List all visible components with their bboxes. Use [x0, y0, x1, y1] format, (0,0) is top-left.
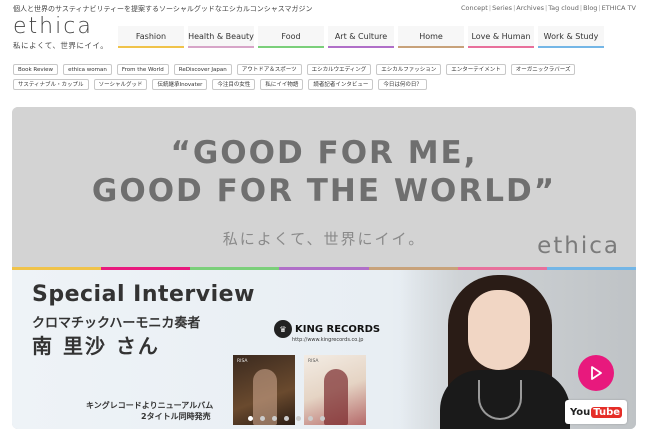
- toplink-series[interactable]: Series: [492, 4, 512, 12]
- tag-organic-lovers[interactable]: オーガニックラバーズ: [510, 64, 576, 75]
- play-icon: [591, 366, 602, 380]
- category-food[interactable]: Food: [258, 26, 324, 48]
- category-nav: Fashion Health & Beauty Food Art & Cultu…: [118, 26, 604, 48]
- site-logo[interactable]: ethica 私によくて、世界にイイ。: [13, 14, 108, 51]
- slider-dot[interactable]: [320, 416, 325, 421]
- tag-sustainable-couple[interactable]: サスティナブル・カップル: [13, 79, 89, 90]
- hero-banner-top: “GOOD FOR ME, GOOD FOR THE WORLD” 私によくて、…: [12, 107, 636, 267]
- tag-notable-women[interactable]: 今注目の女性: [212, 79, 256, 90]
- photo-face: [468, 290, 530, 370]
- album-title: RISA: [237, 359, 248, 364]
- tag-ethical-fashion[interactable]: エシカルファッション: [376, 64, 442, 75]
- slider-dot[interactable]: [296, 416, 301, 421]
- interview-banner[interactable]: Special Interview クロマチックハーモニカ奏者 南 里沙 さん …: [12, 270, 636, 429]
- hero-slider[interactable]: “GOOD FOR ME, GOOD FOR THE WORLD” 私によくて、…: [12, 107, 636, 429]
- toplink-separator: |: [579, 4, 583, 12]
- toplink-ethica-tv[interactable]: ETHICA TV: [602, 4, 636, 12]
- album-cover-2: RISA: [304, 355, 366, 425]
- tag-entertainment[interactable]: エンターテイメント: [446, 64, 506, 75]
- interview-name: 南 里沙 さん: [32, 334, 160, 358]
- toplink-tag-cloud[interactable]: Tag cloud: [548, 4, 579, 12]
- king-records-name: KING RECORDS: [295, 323, 381, 335]
- category-health-beauty[interactable]: Health & Beauty: [188, 26, 254, 48]
- top-links: Concept | Series | Archives | Tag cloud | Bl…: [461, 4, 636, 12]
- album-note-line2: 2タイトル同時発売: [141, 412, 211, 421]
- slider-dot[interactable]: [260, 416, 265, 421]
- youtube-tube-text: Tube: [591, 406, 623, 418]
- tag-outdoor-sports[interactable]: アウトドア＆スポーツ: [236, 64, 302, 75]
- category-work-study[interactable]: Work & Study: [538, 26, 604, 48]
- tag-list: Book Review ethica woman From the World …: [13, 64, 633, 90]
- hero-quote-line1: “GOOD FOR ME,: [170, 135, 478, 171]
- album-title: RISA: [308, 359, 319, 364]
- tag-ethical-wedding[interactable]: エシカルウエディング: [306, 64, 372, 75]
- category-art-culture[interactable]: Art & Culture: [328, 26, 394, 48]
- youtube-link[interactable]: You Tube: [565, 400, 627, 424]
- toplink-blog[interactable]: Blog: [583, 4, 597, 12]
- slider-dot[interactable]: [284, 416, 289, 421]
- youtube-you-text: You: [569, 406, 591, 418]
- slider-dot[interactable]: [272, 416, 277, 421]
- toplink-concept[interactable]: Concept: [461, 4, 488, 12]
- logo-subtitle: 私によくて、世界にイイ。: [13, 41, 109, 50]
- album-note-line1: キングレコードよりニューアルバム: [86, 401, 214, 410]
- category-love-human[interactable]: Love & Human: [468, 26, 534, 48]
- album-portrait: [324, 369, 348, 425]
- slider-dots: [248, 416, 325, 421]
- tag-from-the-world[interactable]: From the World: [116, 64, 169, 75]
- tag-ethica-woman[interactable]: ethica woman: [63, 64, 112, 75]
- toplink-separator: |: [544, 4, 548, 12]
- tag-tradition-innovator[interactable]: 伝統継承Inovater: [152, 79, 208, 90]
- play-video-button[interactable]: [578, 355, 614, 391]
- hero-brand-wordmark: ethica: [537, 233, 620, 259]
- interview-title: Special Interview: [32, 282, 255, 307]
- tag-rediscover-japan[interactable]: ReDiscover Japan: [173, 64, 232, 75]
- king-records-url: http://www.kingrecords.co.jp: [292, 337, 364, 343]
- slider-dot[interactable]: [308, 416, 313, 421]
- king-crown-icon: ♛: [274, 320, 292, 338]
- interview-role: クロマチックハーモニカ奏者: [32, 316, 201, 331]
- tag-good-stories[interactable]: 私にイイ物語: [260, 79, 304, 90]
- toplink-separator: |: [513, 4, 516, 12]
- category-home[interactable]: Home: [398, 26, 464, 48]
- king-records-logo: ♛ KING RECORDS: [274, 320, 380, 338]
- site-tagline: 個人と世界のサスティナビリティーを提案するソーシャルグッドなエシカルコンシャスマ…: [13, 5, 313, 13]
- category-fashion[interactable]: Fashion: [118, 26, 184, 48]
- album-cover-1: RISA: [233, 355, 295, 425]
- logo-wordmark: ethica: [13, 14, 93, 39]
- slider-dot[interactable]: [248, 416, 253, 421]
- tag-book-review[interactable]: Book Review: [13, 64, 59, 75]
- tag-reader-interview[interactable]: 読者記者インタビュー: [308, 79, 374, 90]
- tag-social-good[interactable]: ソーシャルグッド: [93, 79, 148, 90]
- toplink-separator: |: [598, 4, 601, 12]
- tag-today-in-history[interactable]: 今日は何の日？: [378, 79, 427, 90]
- hero-quote-line2: GOOD FOR THE WORLD”: [91, 173, 557, 209]
- toplink-archives[interactable]: Archives: [516, 4, 544, 12]
- toplink-separator: |: [488, 4, 492, 12]
